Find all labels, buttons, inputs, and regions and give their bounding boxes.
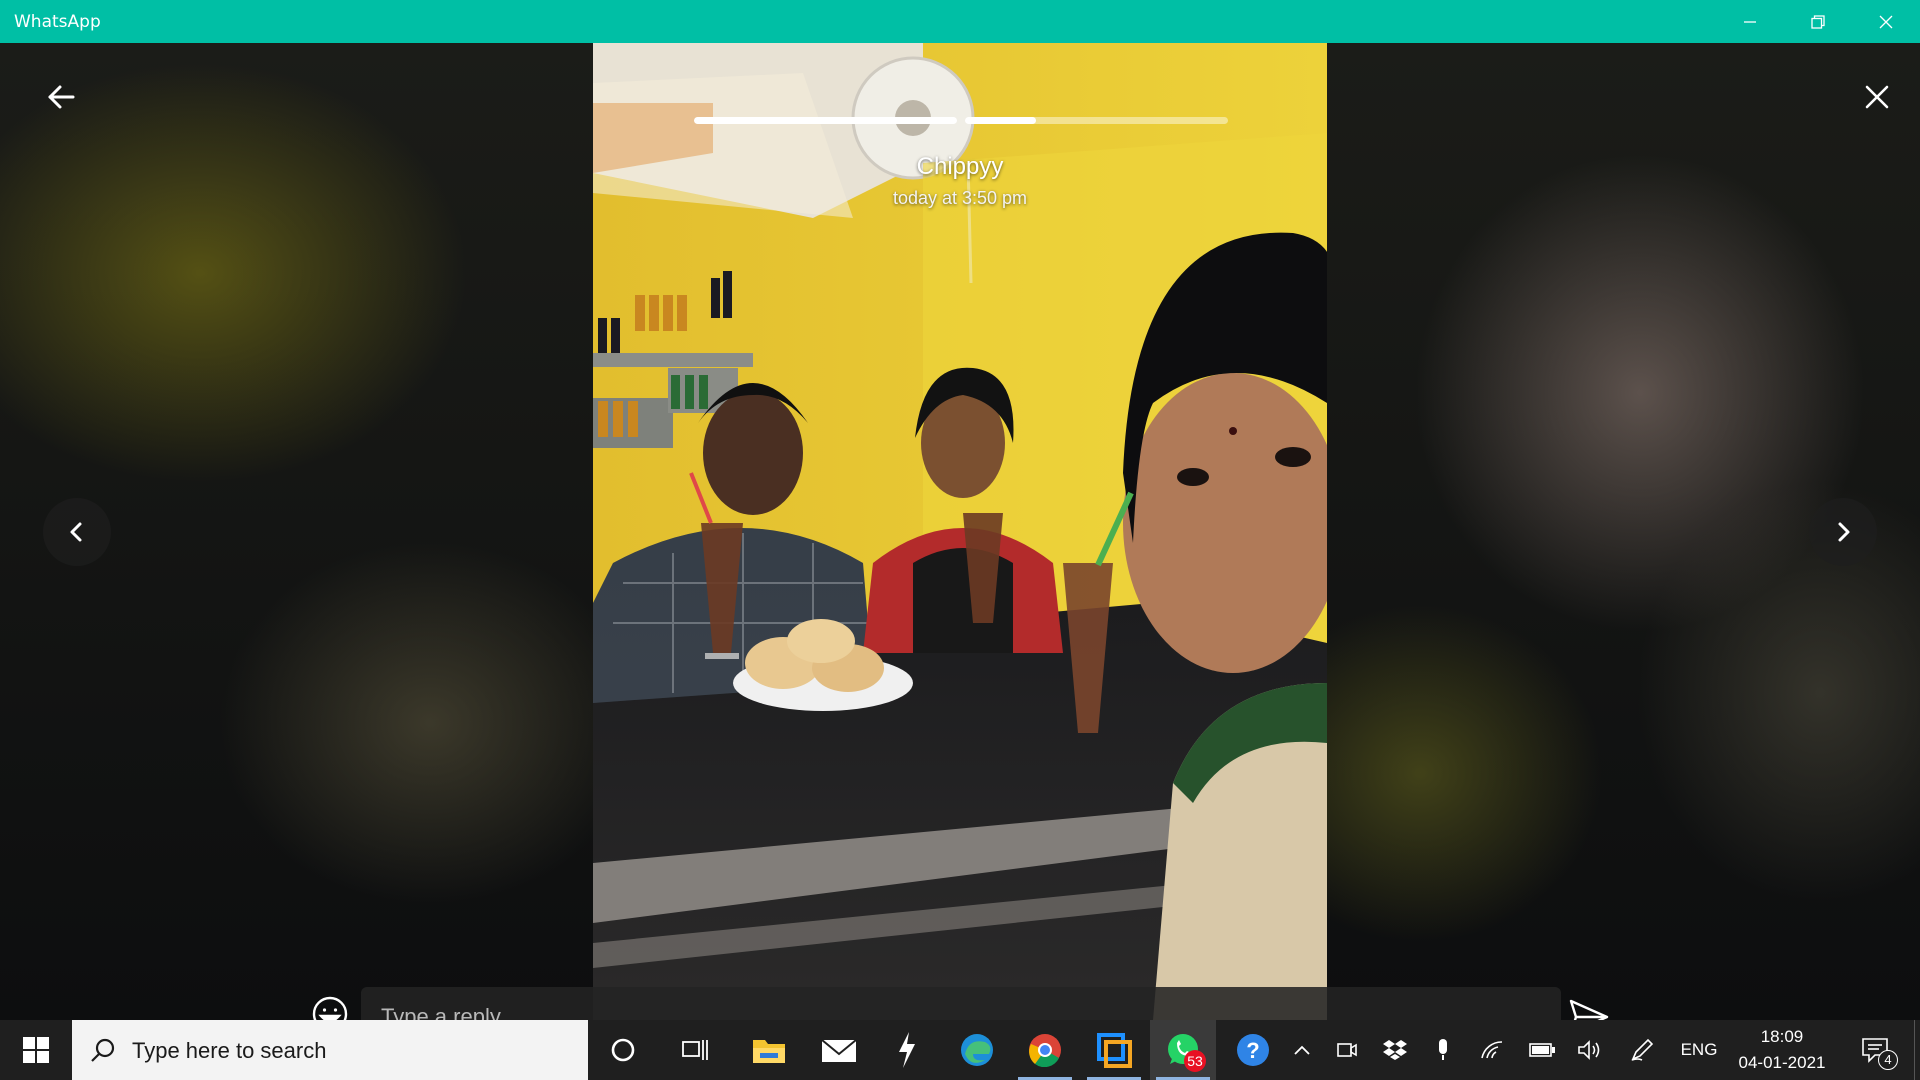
- action-center-button[interactable]: 4: [1850, 1020, 1900, 1080]
- get-help-button[interactable]: ?: [1220, 1020, 1286, 1080]
- svg-text:?: ?: [1246, 1038, 1259, 1063]
- minimize-icon: [1744, 20, 1756, 23]
- taskbar-clock[interactable]: 18:09 04-01-2021: [1722, 1024, 1842, 1076]
- send-button[interactable]: [1566, 994, 1612, 1020]
- tray-pen[interactable]: [1624, 1020, 1660, 1080]
- reply-input[interactable]: [381, 987, 1541, 1020]
- tray-meet-now[interactable]: [1330, 1020, 1364, 1080]
- task-view-button[interactable]: [662, 1020, 728, 1080]
- close-window-button[interactable]: [1852, 0, 1920, 43]
- notification-count-badge: 4: [1878, 1050, 1898, 1070]
- reply-box: [361, 987, 1561, 1020]
- send-icon: [1569, 999, 1609, 1020]
- search-icon: [91, 1038, 115, 1062]
- dropbox-icon: [1383, 1040, 1407, 1060]
- app-icon: [899, 1032, 915, 1068]
- status-posted-time: today at 3:50 pm: [892, 188, 1028, 208]
- status-progress-segment: [694, 117, 957, 124]
- status-progress-fill: [694, 117, 957, 124]
- pen-icon: [1631, 1038, 1654, 1061]
- help-icon: ?: [1237, 1034, 1269, 1066]
- taskbar-search-box[interactable]: Type here to search: [72, 1020, 588, 1080]
- chrome-icon: [1029, 1034, 1061, 1067]
- status-viewer: Chippyy today at 3:50 pm: [0, 43, 1920, 1020]
- mail-button[interactable]: [806, 1020, 872, 1080]
- task-view-icon: [682, 1040, 708, 1060]
- search-placeholder: Type here to search: [132, 1038, 327, 1063]
- microphone-icon: [1439, 1039, 1447, 1060]
- wifi-icon: [1481, 1041, 1503, 1059]
- edge-button[interactable]: [944, 1020, 1010, 1080]
- cortana-icon: [611, 1038, 635, 1062]
- show-desktop-button[interactable]: [1914, 1020, 1920, 1080]
- tray-dropbox[interactable]: [1378, 1020, 1412, 1080]
- tray-microphone[interactable]: [1426, 1020, 1460, 1080]
- arrow-left-icon: [48, 85, 75, 109]
- restore-button[interactable]: [1784, 0, 1852, 43]
- snip-icon: [1097, 1033, 1132, 1068]
- whatsapp-button[interactable]: 53: [1150, 1020, 1216, 1080]
- close-icon: [1865, 85, 1889, 109]
- status-progress-segment: [965, 117, 1228, 124]
- windows-logo-icon: [23, 1037, 49, 1063]
- chevron-right-icon: [1838, 522, 1850, 542]
- chevron-left-icon: [70, 522, 82, 542]
- minimize-button[interactable]: [1716, 0, 1784, 43]
- whatsapp-badge: 53: [1184, 1050, 1206, 1072]
- chevron-up-icon: [1294, 1045, 1310, 1055]
- tray-battery[interactable]: [1524, 1020, 1560, 1080]
- status-contact-name: Chippyy: [916, 153, 1004, 180]
- restore-icon: [1811, 14, 1825, 29]
- camera-icon: [1337, 1043, 1357, 1057]
- app-title: WhatsApp: [14, 12, 101, 32]
- snip-tool-button[interactable]: [1081, 1020, 1147, 1080]
- status-progress-fill: [965, 117, 1036, 124]
- clock-date: 04-01-2021: [1738, 1053, 1826, 1072]
- next-status-button[interactable]: [1809, 498, 1877, 566]
- edge-icon: [961, 1034, 993, 1066]
- show-hidden-icons-button[interactable]: [1286, 1020, 1318, 1080]
- taskbar: Type here to search 53 ? ENG 18:09 04-01…: [0, 1020, 1920, 1080]
- previous-status-button[interactable]: [43, 498, 111, 566]
- back-button[interactable]: [27, 63, 95, 131]
- chrome-button[interactable]: [1012, 1020, 1078, 1080]
- pinned-app-button[interactable]: [874, 1020, 940, 1080]
- close-status-button[interactable]: [1843, 63, 1911, 131]
- smiley-icon: [312, 996, 348, 1020]
- volume-icon: [1578, 1040, 1600, 1060]
- mail-icon: [821, 1039, 857, 1062]
- tray-volume[interactable]: [1572, 1020, 1608, 1080]
- emoji-button[interactable]: [310, 994, 350, 1020]
- close-icon: [1879, 15, 1893, 28]
- input-language[interactable]: ENG: [1676, 1020, 1722, 1080]
- battery-icon: [1529, 1043, 1555, 1057]
- file-explorer-button[interactable]: [736, 1020, 802, 1080]
- start-button[interactable]: [0, 1020, 72, 1080]
- title-bar: WhatsApp: [0, 0, 1920, 43]
- cortana-button[interactable]: [590, 1020, 656, 1080]
- file-explorer-icon: [753, 1040, 785, 1063]
- clock-time: 18:09: [1760, 1027, 1804, 1046]
- tray-network[interactable]: [1474, 1020, 1510, 1080]
